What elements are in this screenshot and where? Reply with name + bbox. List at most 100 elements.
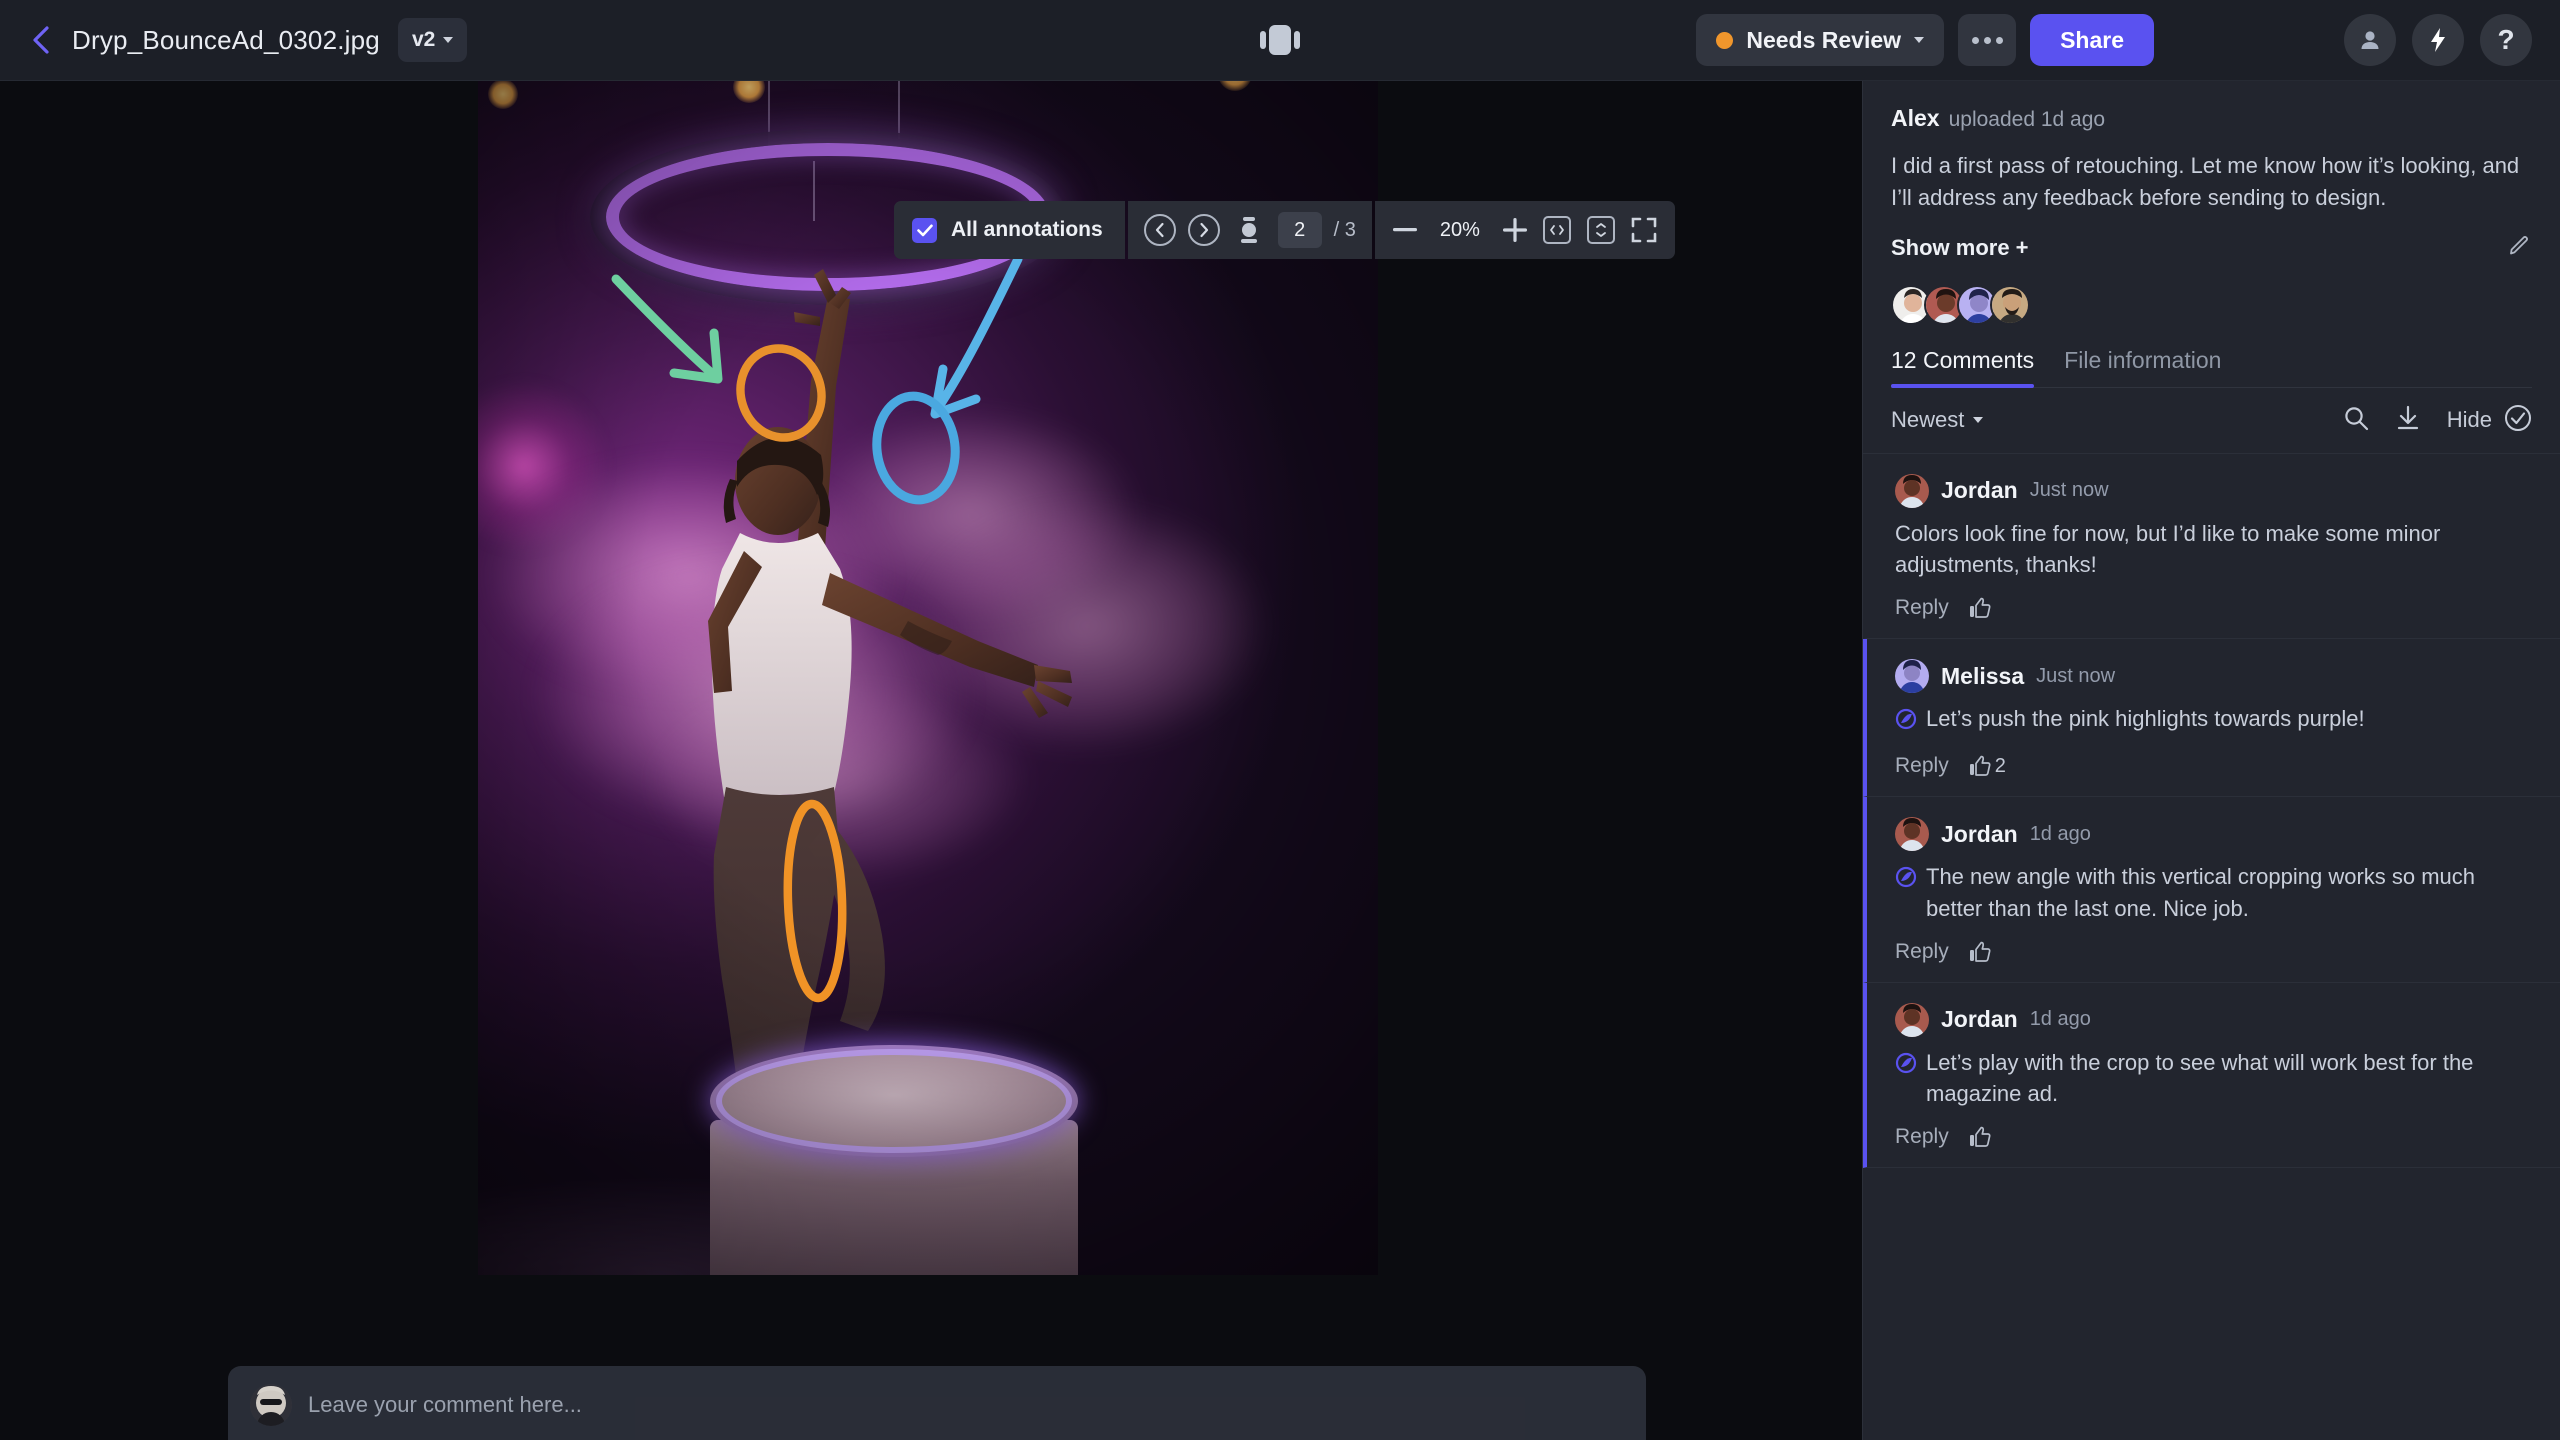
reply-button[interactable]: Reply xyxy=(1895,754,1949,778)
like-button[interactable] xyxy=(1969,597,1995,619)
show-more-button[interactable]: Show more + xyxy=(1891,235,2029,261)
comments-sidebar: Alex uploaded 1d ago I did a first pass … xyxy=(1862,81,2560,1440)
comment-actions: Reply 2 xyxy=(1895,754,2532,778)
like-button[interactable] xyxy=(1969,1126,1995,1148)
comment-author: Jordan xyxy=(1941,820,2018,847)
composer-input-row: Leave your comment here... xyxy=(250,1384,1624,1426)
topbar-left-group: Dryp_BounceAd_0302.jpg v2 xyxy=(0,18,468,62)
fit-height-icon[interactable] xyxy=(1586,216,1615,244)
topbar-center-group xyxy=(1260,25,1300,55)
uploader-name: Alex xyxy=(1891,105,1940,131)
all-annotations-label: All annotations xyxy=(951,218,1103,241)
fit-width-icon[interactable] xyxy=(1542,216,1571,244)
comment-header: Jordan 1d ago xyxy=(1895,1002,2532,1037)
stacked-compare-icon[interactable] xyxy=(1238,215,1260,245)
comment-author: Jordan xyxy=(1941,1006,2018,1033)
page-total-label: / 3 xyxy=(1333,218,1356,241)
reply-button[interactable]: Reply xyxy=(1895,1125,1949,1149)
sidebar-tabs: 12 Comments File information xyxy=(1891,347,2532,388)
chevron-down-icon xyxy=(1914,37,1925,43)
fullscreen-icon[interactable] xyxy=(1631,217,1657,243)
sort-selector[interactable]: Newest xyxy=(1891,407,1984,433)
pencil-icon[interactable] xyxy=(2508,234,2532,263)
person-icon[interactable] xyxy=(2344,14,2396,66)
comment-header: Melissa Just now xyxy=(1895,659,2532,694)
comment-item[interactable]: Melissa Just now Let’s push the pink hig… xyxy=(1863,639,2560,798)
topbar-icon-group: ? xyxy=(2344,14,2532,66)
chevron-down-icon xyxy=(1973,417,1984,424)
comment-time: 1d ago xyxy=(2029,822,2091,845)
like-button[interactable]: 2 xyxy=(1969,755,2006,778)
status-label: Needs Review xyxy=(1746,26,1902,53)
comment-text: The new angle with this vertical croppin… xyxy=(1926,864,2476,921)
sort-label: Newest xyxy=(1891,407,1965,433)
version-selector[interactable]: v2 xyxy=(397,18,468,62)
download-icon[interactable] xyxy=(2395,405,2421,436)
question-mark-icon[interactable]: ? xyxy=(2480,14,2532,66)
comments-tools: Hide xyxy=(2343,404,2532,437)
annotation-marker-icon xyxy=(1895,707,1917,738)
comment-text: Let’s push the pink highlights towards p… xyxy=(1926,706,2365,732)
reply-button[interactable]: Reply xyxy=(1895,940,1949,964)
comment-input[interactable]: Leave your comment here... xyxy=(308,1384,582,1418)
status-dot-icon xyxy=(1716,31,1734,49)
comment-header: Jordan Just now xyxy=(1895,473,2532,508)
hide-label[interactable]: Hide xyxy=(2447,407,2492,433)
status-badge[interactable]: Needs Review xyxy=(1696,14,1945,66)
version-label: v2 xyxy=(411,28,436,51)
like-button[interactable] xyxy=(1969,941,1995,963)
comments-list: Jordan Just now Colors look fine for now… xyxy=(1863,454,2560,1440)
comment-actions: Reply xyxy=(1895,596,2532,620)
chevron-left-circle-icon[interactable] xyxy=(1143,214,1176,246)
page-number-input[interactable]: 2 xyxy=(1277,212,1322,248)
more-options-button[interactable] xyxy=(1958,14,2017,66)
comments-sort-bar: Newest Hide xyxy=(1863,388,2560,454)
comment-text-row: The new angle with this vertical croppin… xyxy=(1895,861,2532,923)
avatar xyxy=(1895,473,1929,508)
lightning-icon[interactable] xyxy=(2412,14,2464,66)
compare-view-icon[interactable] xyxy=(1260,25,1300,55)
comment-time: Just now xyxy=(2036,664,2116,687)
share-button[interactable]: Share xyxy=(2030,14,2154,66)
chevron-right-circle-icon[interactable] xyxy=(1187,214,1220,246)
comment-text-row: Let’s play with the crop to see what wil… xyxy=(1895,1047,2532,1109)
avatar[interactable] xyxy=(1990,284,2030,325)
chevron-left-icon[interactable] xyxy=(28,26,54,54)
zoom-level-label: 20% xyxy=(1439,218,1480,241)
sidebar-header: Alex uploaded 1d ago I did a first pass … xyxy=(1863,81,2560,388)
comment-actions: Reply xyxy=(1895,940,2532,964)
reply-button[interactable]: Reply xyxy=(1895,596,1949,620)
file-description: I did a first pass of retouching. Let me… xyxy=(1891,153,2520,210)
compare-left-bar xyxy=(1260,31,1266,49)
collaborator-avatars xyxy=(1891,284,2532,325)
compare-center-panel xyxy=(1269,25,1291,55)
comment-text: Colors look fine for now, but I’d like t… xyxy=(1895,520,2441,578)
check-circle-icon[interactable] xyxy=(2504,404,2532,437)
comment-text-row: Let’s push the pink highlights towards p… xyxy=(1895,703,2532,738)
comment-text: Let’s play with the crop to see what wil… xyxy=(1926,1049,2474,1107)
minus-icon[interactable] xyxy=(1392,228,1417,232)
image-toolbar: All annotations 2 / 3 20% xyxy=(894,201,1675,259)
dot xyxy=(1983,36,1991,44)
comment-item[interactable]: Jordan Just now Colors look fine for now… xyxy=(1863,454,2560,640)
preview-image[interactable] xyxy=(478,81,1378,1275)
comment-item[interactable]: Jordan 1d ago Let’s play with the crop t… xyxy=(1863,982,2560,1169)
topbar-right-group: Needs Review Share ? xyxy=(1696,14,2532,66)
top-bar: Dryp_BounceAd_0302.jpg v2 Needs Review S… xyxy=(0,0,2560,81)
avatar xyxy=(1895,1002,1929,1037)
file-title: Dryp_BounceAd_0302.jpg xyxy=(72,24,380,55)
all-annotations-checkbox[interactable] xyxy=(912,217,937,243)
zoom-controls-group: 20% xyxy=(1374,201,1675,259)
image-viewer[interactable]: All annotations 2 / 3 20% Leave your com… xyxy=(0,81,1862,1440)
upload-meta: uploaded 1d ago xyxy=(1948,108,2106,131)
tab-comments[interactable]: 12 Comments xyxy=(1891,347,2035,388)
avatar xyxy=(1895,659,1929,694)
tab-file-information[interactable]: File information xyxy=(2064,347,2221,387)
avatar xyxy=(1895,817,1929,852)
search-icon[interactable] xyxy=(2343,405,2369,436)
comment-text-row: Colors look fine for now, but I’d like t… xyxy=(1895,518,2532,580)
plus-icon[interactable] xyxy=(1502,218,1527,242)
comment-composer[interactable]: Leave your comment here... Everyone Send xyxy=(228,1366,1646,1440)
show-more-row: Show more + xyxy=(1891,234,2532,263)
comment-item[interactable]: Jordan 1d ago The new angle with this ve… xyxy=(1863,797,2560,983)
